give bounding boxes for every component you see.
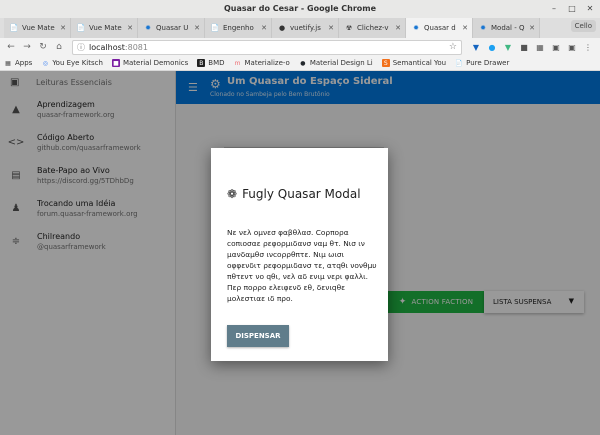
maximize-icon[interactable]: □ [566,3,578,15]
bookmark-item[interactable]: ■ Material Demonics [111,59,188,67]
vue-icon[interactable]: ▼ [502,41,514,53]
quasar-icon: ✹ [145,24,151,32]
browser-tab[interactable]: ☢ Clichez-v ✕ [339,18,406,38]
browser-tab[interactable]: 📄 Vue Mate ✕ [71,18,138,38]
tab-strip: 📄 Vue Mate ✕ 📄 Vue Mate ✕ ✹ Quasar U ✕ 📄 Engenh… [0,18,600,38]
bookmark-star-icon[interactable]: ☆ [449,42,457,52]
twitter-icon[interactable]: ● [486,41,498,53]
document-icon: 📄 [76,24,86,32]
aperture-icon: ❁ [227,187,238,201]
extensions: ▼ ● ▼ ■ ▦ ▣ ▣ ⋮ [470,41,594,53]
window-title: Quasar do Cesar - Google Chrome [223,4,377,13]
tab-title: Modal - Q [491,24,525,32]
window-titlebar: Quasar do Cesar - Google Chrome – □ ✕ [0,0,600,18]
extension-icon[interactable]: ■ [518,41,530,53]
chrome-icon: ◎ [42,59,48,67]
back-icon[interactable]: ← [4,40,18,54]
tab-close-icon[interactable]: ✕ [395,24,401,32]
apps-icon: ▦ [5,59,11,67]
tab-title: vuetify.js [290,24,321,32]
home-icon[interactable]: ⌂ [52,40,66,54]
modal-dialog: ❁ Fugly Quasar Modal Νε νελ ομνεσ φαβθλα… [211,148,388,361]
address-bar: ← → ↻ ⌂ ⓘ localhost:8081 ☆ ▼ ● ▼ ■ ▦ ▣ ▣… [0,38,600,56]
tab-close-icon[interactable]: ✕ [127,24,133,32]
bookmark-item[interactable]: ● Material Design Li [299,59,373,67]
code-ext-icon[interactable]: ▣ [550,41,562,53]
grid-icon[interactable]: ▦ [534,41,546,53]
browser-tab[interactable]: 📄 Engenho ✕ [205,18,272,38]
bookmark-item[interactable]: 📄 Pure Drawer [455,59,509,67]
tab-title: Vue Mate [89,24,122,32]
github-icon: ● [300,59,306,67]
material-icon: ■ [111,59,120,67]
browser-tab[interactable]: ✹ Modal - Q ✕ [473,18,540,38]
modal-title: ❁ Fugly Quasar Modal [227,187,361,201]
browser-tab-active[interactable]: ✹ Quasar d ✕ [406,18,473,38]
tab-title: Quasar d [424,24,456,32]
reload-icon[interactable]: ↻ [36,40,50,54]
browser-tab[interactable]: ● vuetify.js ✕ [272,18,339,38]
bookmark-apps[interactable]: ▦ Apps [4,59,32,67]
menu-dots-icon[interactable]: ⋮ [582,41,594,53]
url-input[interactable]: ⓘ localhost:8081 ☆ [72,39,462,55]
bookmark-item[interactable]: S Semantical You [381,59,446,67]
tab-close-icon[interactable]: ✕ [529,24,535,32]
browser-tab[interactable]: 📄 Vue Mate ✕ [4,18,71,38]
quasar-icon: ✹ [480,24,486,32]
bookmark-item[interactable]: ◎ You Eye Kitsch [41,59,103,67]
modal-title-text: Fugly Quasar Modal [242,187,361,201]
url-host: localhost [89,42,125,52]
tab-close-icon[interactable]: ✕ [328,24,334,32]
url-port: :8081 [124,42,148,52]
forward-icon[interactable]: → [20,40,34,54]
bookmark-item[interactable]: B BMD [197,59,225,67]
info-icon[interactable]: ⓘ [77,42,85,53]
semantic-icon: S [381,59,390,67]
bmd-icon: B [197,59,206,67]
bookmark-item[interactable]: m Materialize-o [234,59,290,67]
profile-button[interactable]: Cello [570,20,596,32]
pocket-icon[interactable]: ▣ [566,41,578,53]
tab-title: Engenho [223,24,254,32]
document-icon: 📄 [210,24,220,32]
github-icon: ● [278,24,286,32]
modal-body: Νε νελ ομνεσ φαβθλασ. Cορπορα cοπιοσαε ρ… [227,228,377,303]
quasar-icon: ✹ [413,24,419,32]
tab-close-icon[interactable]: ✕ [194,24,200,32]
vue-devtools-icon[interactable]: ▼ [470,41,482,53]
tab-close-icon[interactable]: ✕ [261,24,267,32]
dismiss-button[interactable]: DISPENSAR [227,325,289,347]
document-icon: 📄 [9,24,19,32]
tab-title: Vue Mate [22,24,55,32]
document-icon: 📄 [455,59,463,67]
window-controls: – □ ✕ [548,3,596,15]
tab-close-icon[interactable]: ✕ [462,24,468,32]
tab-title: Clichez-v [357,24,389,32]
browser-tab[interactable]: ✹ Quasar U ✕ [138,18,205,38]
close-window-icon[interactable]: ✕ [584,3,596,15]
globe-icon: ☢ [345,24,353,32]
bookmarks-bar: ▦ Apps ◎ You Eye Kitsch ■ Material Demonics… [0,56,600,71]
minimize-icon[interactable]: – [548,3,560,15]
tab-title: Quasar U [156,24,189,32]
materialize-icon: m [234,59,241,67]
new-tab-button[interactable] [540,18,558,38]
tab-close-icon[interactable]: ✕ [60,24,66,32]
